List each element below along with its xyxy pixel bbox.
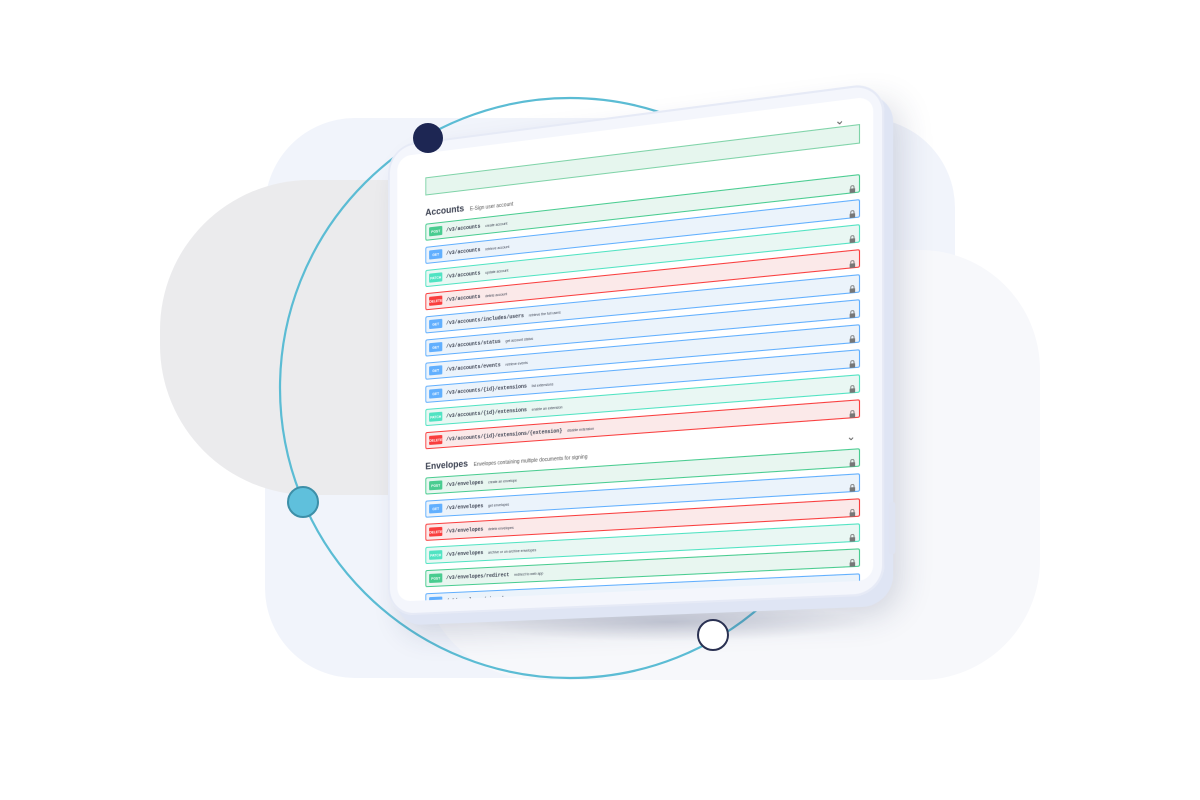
endpoint-summary: create an envelope xyxy=(488,477,517,484)
endpoint-summary: retrieve events xyxy=(505,360,528,367)
endpoint-summary: retrieve the full users xyxy=(528,309,561,318)
endpoint-path: /v3/accounts xyxy=(446,223,481,233)
method-badge: POST xyxy=(429,480,443,491)
lock-icon[interactable] xyxy=(849,453,856,467)
endpoint-path: /v3/envelopes xyxy=(446,502,484,511)
endpoint-path: /v3/envelopes/redirect xyxy=(446,571,510,581)
lock-icon[interactable] xyxy=(849,553,856,567)
lock-icon[interactable] xyxy=(849,204,856,219)
method-badge: DELETE xyxy=(429,295,443,306)
section-description: E-Sign user account xyxy=(469,201,514,213)
endpoint-path: /v3/accounts/{id}/extensions xyxy=(446,406,527,419)
method-badge: GET xyxy=(429,249,443,260)
chevron-down-icon[interactable]: ⌄ xyxy=(835,113,845,128)
endpoint-path: /v3/accounts xyxy=(446,269,481,280)
endpoint-summary: get account status xyxy=(505,336,534,343)
endpoint-summary: delete account xyxy=(485,291,508,298)
endpoint-path: /v3/accounts/{id}/extensions/{extension} xyxy=(446,427,563,443)
method-badge: DELETE xyxy=(429,526,443,537)
endpoint-summary: update account xyxy=(485,267,509,275)
operation-row[interactable]: GET/v3/envelopes/completedget completed … xyxy=(425,598,861,602)
tablet-screen: ⌄ Accounts E-Sign user account POST/v3/acc… xyxy=(397,96,874,602)
lock-icon[interactable] xyxy=(849,229,856,244)
endpoint-path: /v3/envelopes xyxy=(446,549,484,558)
section-title: Accounts xyxy=(425,203,465,218)
method-badge: POST xyxy=(429,225,443,237)
lock-icon[interactable] xyxy=(849,503,856,517)
lock-icon[interactable] xyxy=(849,329,856,344)
tablet-device: ⌄ Accounts E-Sign user account POST/v3/acc… xyxy=(388,81,896,626)
endpoint-summary: retrieve account xyxy=(485,244,510,251)
lock-icon[interactable] xyxy=(849,379,856,393)
section-description: Envelopes containing multiple documents … xyxy=(473,454,588,469)
method-badge: GET xyxy=(429,503,443,514)
lock-icon[interactable] xyxy=(849,304,856,319)
tablet-frame: ⌄ Accounts E-Sign user account POST/v3/acc… xyxy=(388,81,896,616)
endpoint-path: /v3/accounts xyxy=(446,293,481,303)
illustration: ⌄ Accounts E-Sign user account POST/v3/acc… xyxy=(0,0,1200,800)
method-badge: DELETE xyxy=(429,434,443,445)
method-badge: PATCH xyxy=(429,272,443,283)
endpoint-summary: delete envelopes xyxy=(488,525,514,531)
method-badge: GET xyxy=(429,388,443,399)
method-badge: POST xyxy=(429,573,443,584)
method-badge: PATCH xyxy=(429,411,443,422)
lock-icon[interactable] xyxy=(849,179,856,194)
method-badge: GET xyxy=(429,341,443,353)
endpoint-summary: redirect to web app xyxy=(514,570,544,577)
endpoint-summary: get signed envelopes xyxy=(508,594,541,601)
endpoint-path: /v3/envelopes xyxy=(446,479,484,488)
method-badge: PATCH xyxy=(429,550,443,560)
endpoint-path: /v3/accounts/events xyxy=(446,361,501,373)
method-badge: GET xyxy=(429,318,443,330)
lock-icon[interactable] xyxy=(849,528,856,542)
endpoint-path: /v3/envelopes/signed xyxy=(446,595,504,602)
orbit-dot-ring xyxy=(697,619,729,651)
endpoint-summary: create account xyxy=(485,220,508,228)
endpoint-summary: get envelopes xyxy=(488,502,510,508)
endpoint-path: /v3/accounts/{id}/extensions xyxy=(446,382,527,396)
endpoint-path: /v3/accounts/status xyxy=(446,338,501,350)
tablet-side-button xyxy=(888,501,896,555)
lock-icon[interactable] xyxy=(849,478,856,492)
method-badge: GET xyxy=(429,365,443,376)
endpoint-summary: enable an extension xyxy=(531,404,563,412)
orbit-dot-teal xyxy=(287,486,319,518)
lock-icon[interactable] xyxy=(849,254,856,269)
endpoint-path: /v3/accounts/includes/users xyxy=(446,312,524,326)
lock-icon[interactable] xyxy=(849,404,856,418)
section-title: Envelopes xyxy=(425,458,469,472)
endpoint-summary: archive or un-archive envelopes xyxy=(488,547,537,555)
endpoint-summary: list extensions xyxy=(531,381,554,388)
api-docs: ⌄ Accounts E-Sign user account POST/v3/acc… xyxy=(425,107,861,602)
endpoint-path: /v3/accounts xyxy=(446,246,481,257)
chevron-down-icon[interactable]: ⌄ xyxy=(846,431,855,444)
method-badge: GET xyxy=(429,596,443,602)
lock-icon[interactable] xyxy=(849,354,856,368)
lock-icon[interactable] xyxy=(849,279,856,294)
orbit-dot-navy xyxy=(413,123,443,153)
lock-icon[interactable] xyxy=(849,578,856,592)
endpoint-path: /v3/envelopes xyxy=(446,525,484,535)
endpoint-summary: disable extension xyxy=(567,426,595,433)
